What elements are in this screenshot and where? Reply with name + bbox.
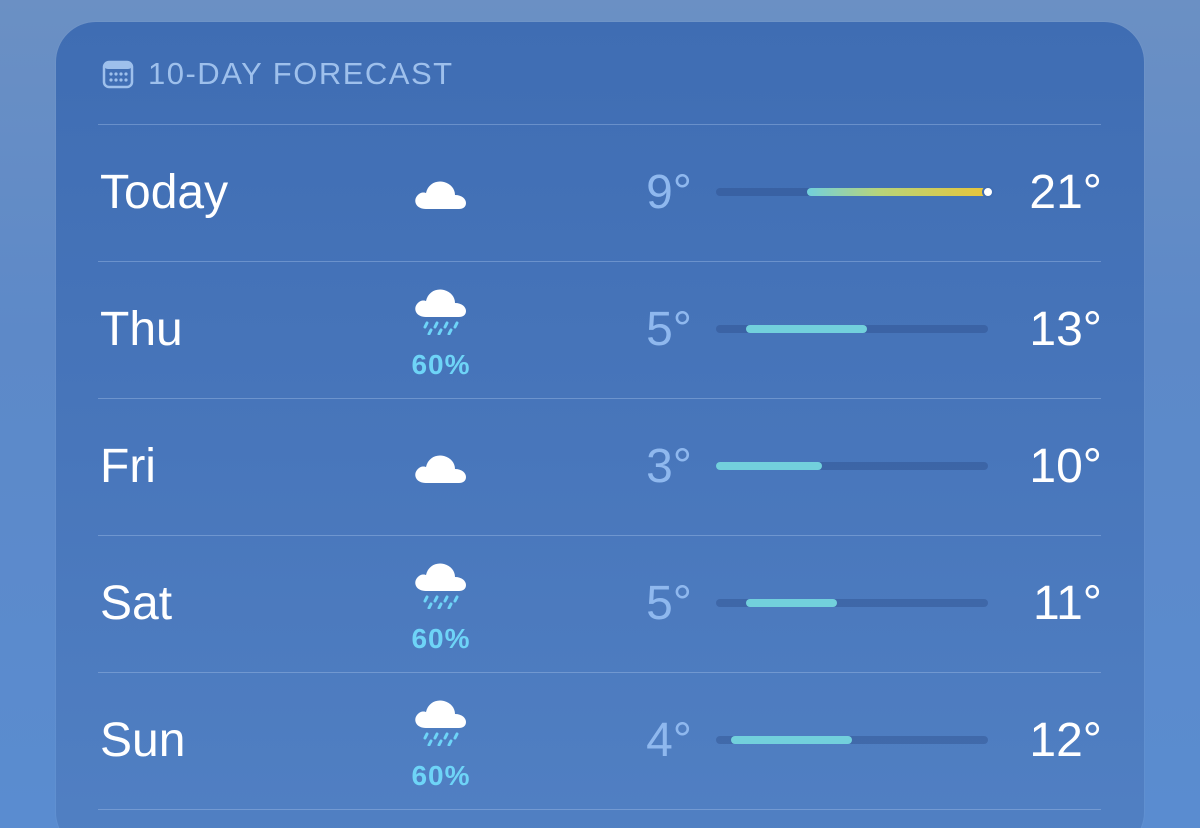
high-temp: 12° [1029,714,1102,767]
low-temp: 4° [646,714,692,767]
cloud-rain-icon [415,700,466,746]
precip-chance: 60% [411,623,471,654]
condition [386,124,496,261]
day-label: Sat [100,577,173,630]
low-temp: 9° [646,166,692,219]
current-temp-dot [982,186,994,198]
forecast-row[interactable]: Sun 60% 4° 12° [56,672,1144,809]
forecast-row[interactable]: Today 9° 21° [56,124,1144,261]
forecast-row[interactable]: Sat 60% 5° 11° [56,535,1144,672]
temp-range-fill [746,599,837,607]
temp-range-fill [731,736,852,744]
temp-range-fill [716,462,822,470]
condition: 60% [386,535,496,672]
calendar-icon [102,60,134,89]
cloud-rain-icon [415,563,466,609]
precip-chance: 60% [411,760,471,791]
temp-range-bar [716,736,988,744]
forecast-card: 10-DAY FORECAST Today 9° 21° Thu 60% 5° 13° Fri… [56,22,1144,828]
day-label: Thu [100,303,183,356]
precip-chance: 60% [411,349,471,380]
temp-range-bar [716,325,988,333]
high-temp: 11° [1032,577,1102,630]
day-label: Today [100,166,229,219]
temp-range-fill [806,188,988,196]
high-temp: 21° [1029,166,1102,219]
high-temp: 10° [1029,440,1102,493]
forecast-title: 10-DAY FORECAST [148,56,454,91]
cloud-icon [415,181,466,209]
condition [386,398,496,535]
temp-range-bar [716,599,988,607]
row-divider [98,809,1101,810]
forecast-header: 10-DAY FORECAST [102,56,454,92]
low-temp: 5° [646,577,692,630]
forecast-row[interactable]: Fri 3° 10° [56,398,1144,535]
day-label: Fri [100,440,156,493]
forecast-row[interactable]: Thu 60% 5° 13° [56,261,1144,398]
temp-range-fill [746,325,868,333]
condition: 60% [386,261,496,398]
temp-range-bar [716,462,988,470]
low-temp: 3° [646,440,692,493]
high-temp: 13° [1029,303,1102,356]
condition: 60% [386,672,496,809]
day-label: Sun [100,714,186,767]
cloud-icon [415,455,466,483]
temp-range-bar [716,186,994,198]
low-temp: 5° [646,303,692,356]
cloud-rain-icon [415,289,466,335]
